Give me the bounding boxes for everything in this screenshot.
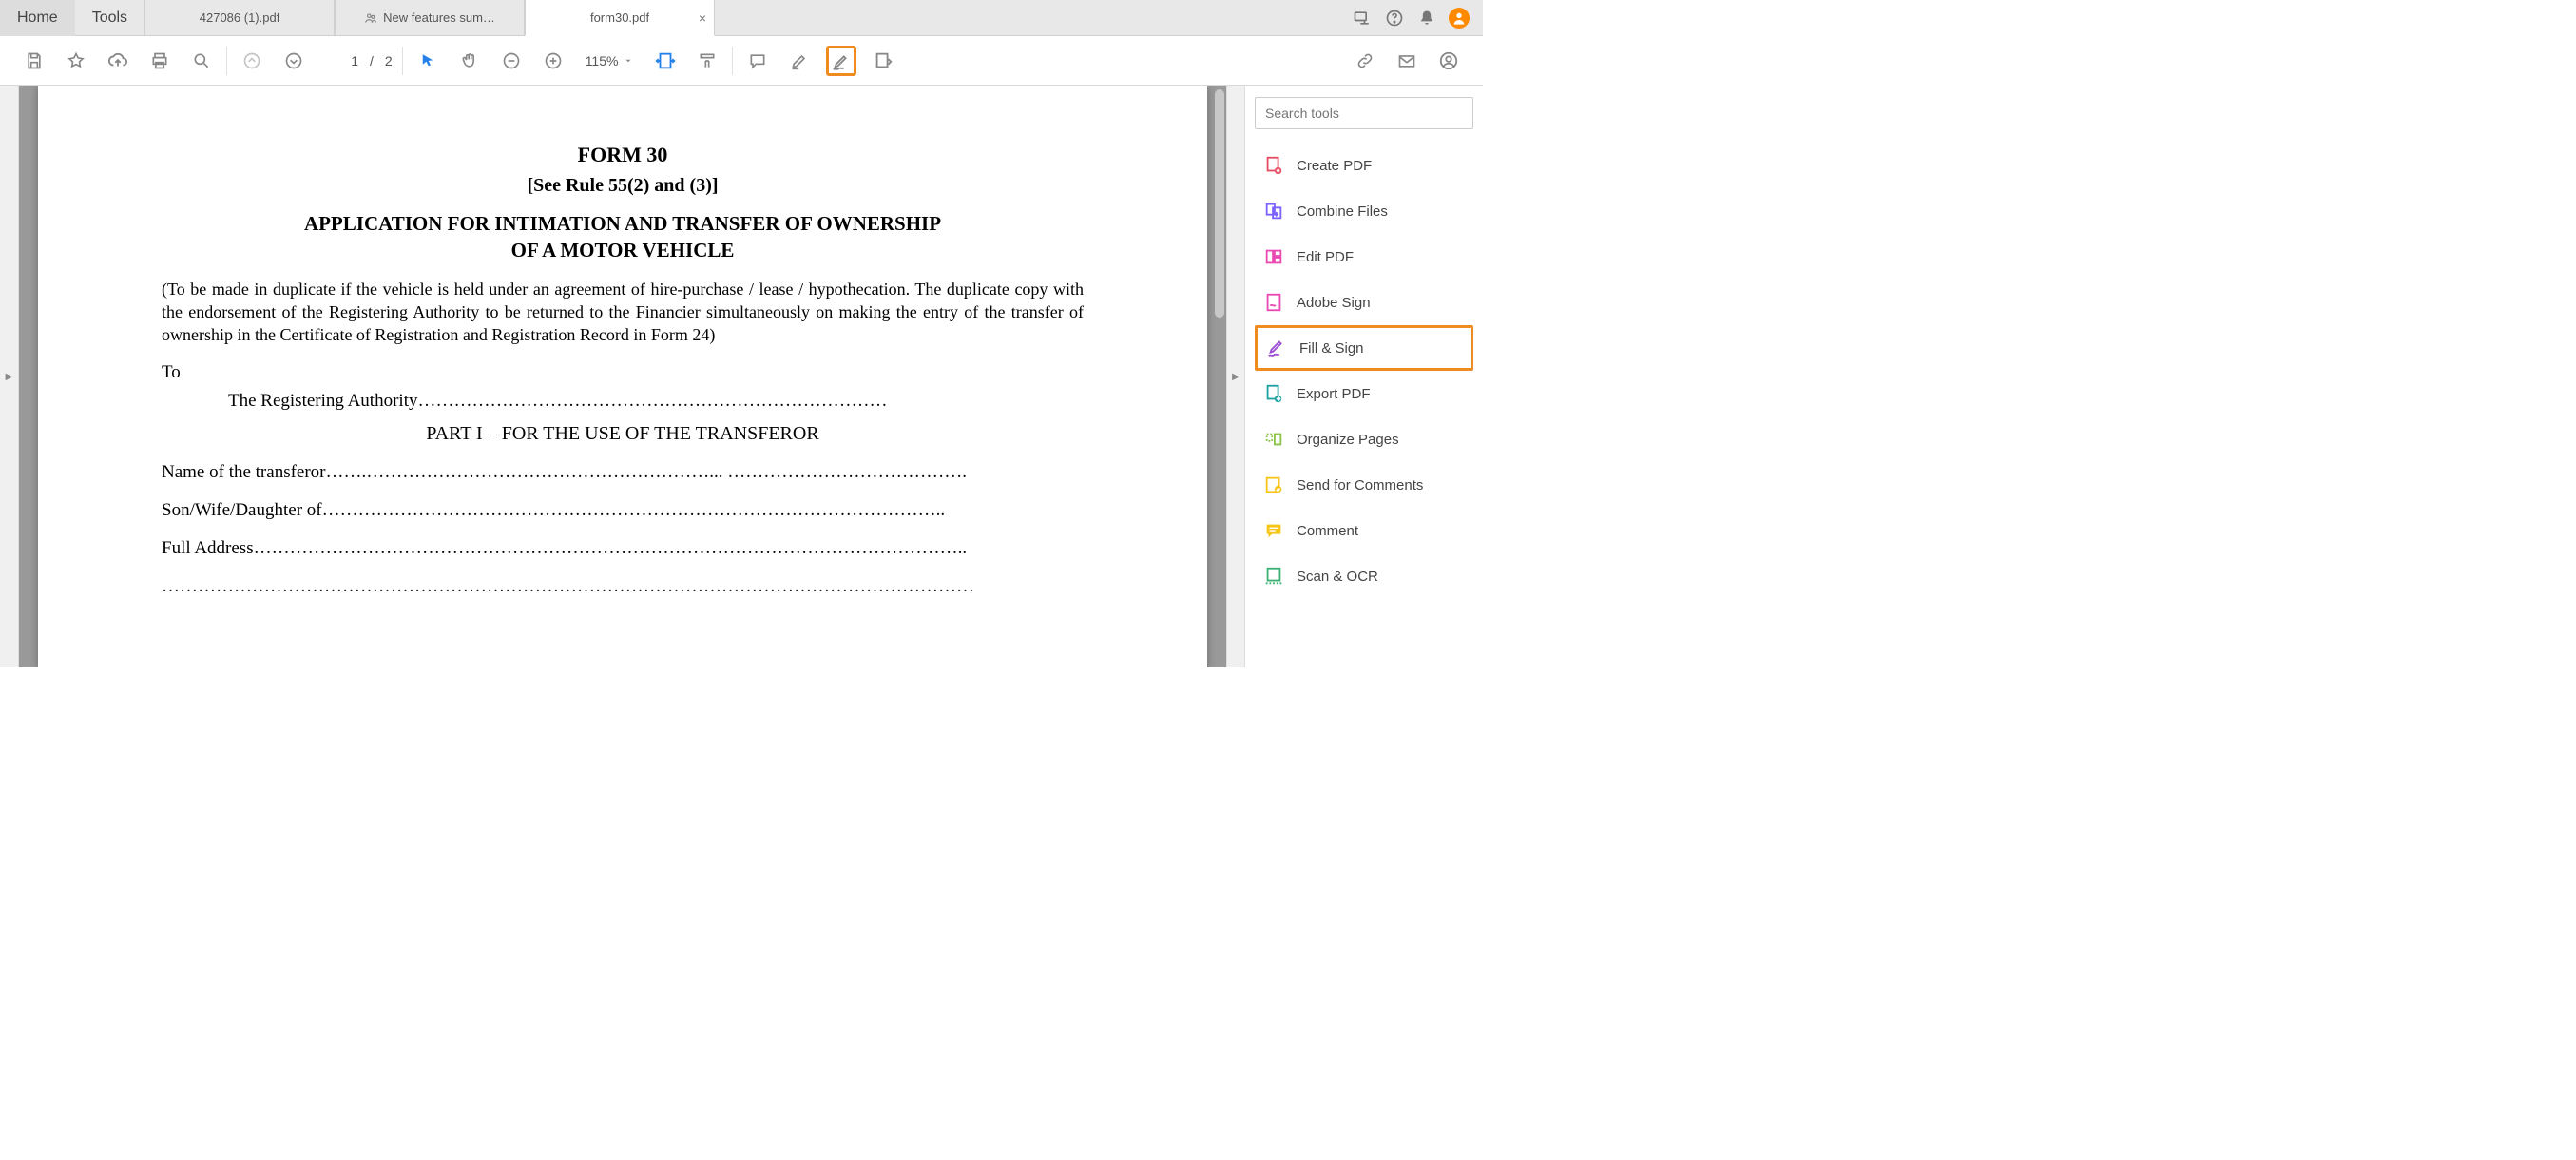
address-line: Full Address…………………………………………………………………………… bbox=[162, 538, 1084, 559]
hand-tool-icon[interactable] bbox=[454, 46, 485, 76]
part-heading: PART I – FOR THE USE OF THE TRANSFEROR bbox=[162, 423, 1084, 445]
tool-organize-pages[interactable]: Organize Pages bbox=[1255, 416, 1473, 462]
tool-label: Organize Pages bbox=[1297, 432, 1399, 448]
tool-label: Fill & Sign bbox=[1299, 340, 1364, 357]
tool-label: Create PDF bbox=[1297, 158, 1372, 174]
tool-label: Scan & OCR bbox=[1297, 569, 1378, 585]
document-tabs: 427086 (1).pdf New features sum… form30.… bbox=[144, 0, 1338, 35]
tool-adobe-sign[interactable]: Adobe Sign bbox=[1255, 280, 1473, 325]
notifications-icon[interactable] bbox=[1416, 8, 1437, 29]
search-icon[interactable] bbox=[186, 46, 217, 76]
zoom-in-icon[interactable] bbox=[538, 46, 568, 76]
tools-button[interactable]: Tools bbox=[75, 0, 144, 36]
tab-label: 427086 (1).pdf bbox=[200, 10, 280, 25]
email-icon[interactable] bbox=[1392, 46, 1422, 76]
zoom-value: 115% bbox=[586, 53, 619, 68]
edit-pdf-icon bbox=[1262, 245, 1285, 268]
profile-icon[interactable] bbox=[1433, 46, 1464, 76]
print-icon[interactable] bbox=[144, 46, 175, 76]
pdf-page: FORM 30 [See Rule 55(2) and (3)] APPLICA… bbox=[38, 86, 1207, 667]
tool-label: Comment bbox=[1297, 523, 1358, 539]
tool-edit-pdf[interactable]: Edit PDF bbox=[1255, 234, 1473, 280]
tool-scan-ocr[interactable]: Scan & OCR bbox=[1255, 553, 1473, 599]
tool-label: Combine Files bbox=[1297, 203, 1388, 220]
page-total: 2 bbox=[385, 53, 393, 68]
collapse-right-panel-icon[interactable]: ▶ bbox=[1232, 372, 1240, 382]
page-down-icon[interactable] bbox=[279, 46, 309, 76]
chevron-down-icon bbox=[624, 56, 633, 66]
save-icon[interactable] bbox=[19, 46, 49, 76]
create-pdf-icon bbox=[1262, 154, 1285, 177]
comment-tool-icon bbox=[1262, 519, 1285, 542]
transferor-name-line: Name of the transferor…….………………………………………… bbox=[162, 462, 1084, 483]
user-avatar[interactable] bbox=[1449, 8, 1470, 29]
share-device-icon[interactable] bbox=[1352, 8, 1373, 29]
stamp-icon[interactable] bbox=[868, 46, 898, 76]
main-body: ▶ FORM 30 [See Rule 55(2) and (3)] APPLI… bbox=[0, 86, 1483, 667]
zoom-out-icon[interactable] bbox=[496, 46, 527, 76]
highlight-icon[interactable] bbox=[784, 46, 815, 76]
star-icon[interactable] bbox=[61, 46, 91, 76]
tool-label: Edit PDF bbox=[1297, 249, 1354, 265]
form-to: To bbox=[162, 362, 1084, 383]
vertical-scrollbar[interactable] bbox=[1215, 89, 1224, 318]
link-icon[interactable] bbox=[1350, 46, 1380, 76]
page-separator: / bbox=[370, 53, 374, 68]
relation-line: Son/Wife/Daughter of……………………………………………………… bbox=[162, 500, 1084, 521]
combine-files-icon bbox=[1262, 200, 1285, 222]
tool-fill-sign[interactable]: Fill & Sign bbox=[1255, 325, 1473, 371]
adobe-sign-icon bbox=[1262, 291, 1285, 314]
tab-label: New features sum… bbox=[383, 10, 495, 25]
send-comments-icon bbox=[1262, 474, 1285, 496]
tool-comment[interactable]: Comment bbox=[1255, 508, 1473, 553]
registering-authority-line: The Registering Authority………………………………………… bbox=[228, 391, 1084, 412]
title-bar: Home Tools 427086 (1).pdf New features s… bbox=[0, 0, 1483, 36]
right-collapse-rail: ▶ bbox=[1226, 86, 1245, 667]
form-heading: FORM 30 bbox=[162, 143, 1084, 167]
left-nav-rail: ▶ bbox=[0, 86, 19, 667]
fit-width-icon[interactable] bbox=[650, 46, 681, 76]
comment-icon[interactable] bbox=[742, 46, 773, 76]
select-tool-icon[interactable] bbox=[413, 46, 443, 76]
organize-pages-icon bbox=[1262, 428, 1285, 451]
sign-tool-icon[interactable] bbox=[826, 46, 856, 76]
page-number-input[interactable] bbox=[320, 53, 358, 68]
tab-form30[interactable]: form30.pdf × bbox=[525, 0, 715, 36]
address-line-2: …………………………………………………………………………………………………………… bbox=[162, 576, 1084, 597]
form-title: APPLICATION FOR INTIMATION AND TRANSFER … bbox=[162, 210, 1084, 264]
document-canvas[interactable]: FORM 30 [See Rule 55(2) and (3)] APPLICA… bbox=[19, 86, 1226, 667]
tool-combine-files[interactable]: Combine Files bbox=[1255, 188, 1473, 234]
main-toolbar: / 2 115% bbox=[0, 36, 1483, 86]
tab-label: form30.pdf bbox=[590, 10, 649, 25]
close-icon[interactable]: × bbox=[699, 10, 706, 26]
tools-panel: Create PDF Combine Files Edit PDF Adobe … bbox=[1245, 86, 1483, 667]
fill-sign-icon bbox=[1265, 337, 1288, 359]
tab-new-features[interactable]: New features sum… bbox=[335, 0, 525, 35]
cloud-upload-icon[interactable] bbox=[103, 46, 133, 76]
form-intro: (To be made in duplicate if the vehicle … bbox=[162, 278, 1084, 347]
shared-icon bbox=[364, 11, 377, 25]
tool-create-pdf[interactable]: Create PDF bbox=[1255, 143, 1473, 188]
home-button[interactable]: Home bbox=[0, 0, 75, 36]
scan-ocr-icon bbox=[1262, 565, 1285, 588]
zoom-dropdown[interactable]: 115% bbox=[580, 51, 640, 70]
export-pdf-icon bbox=[1262, 382, 1285, 405]
read-mode-icon[interactable] bbox=[692, 46, 722, 76]
page-up-icon[interactable] bbox=[237, 46, 267, 76]
tool-export-pdf[interactable]: Export PDF bbox=[1255, 371, 1473, 416]
tab-427086[interactable]: 427086 (1).pdf bbox=[144, 0, 335, 35]
expand-left-panel-icon[interactable]: ▶ bbox=[6, 372, 13, 382]
form-rule: [See Rule 55(2) and (3)] bbox=[162, 175, 1084, 197]
tool-label: Adobe Sign bbox=[1297, 295, 1371, 311]
tool-send-comments[interactable]: Send for Comments bbox=[1255, 462, 1473, 508]
tool-label: Send for Comments bbox=[1297, 477, 1423, 493]
tool-label: Export PDF bbox=[1297, 386, 1371, 402]
search-tools-input[interactable] bbox=[1255, 97, 1473, 129]
help-icon[interactable] bbox=[1384, 8, 1405, 29]
